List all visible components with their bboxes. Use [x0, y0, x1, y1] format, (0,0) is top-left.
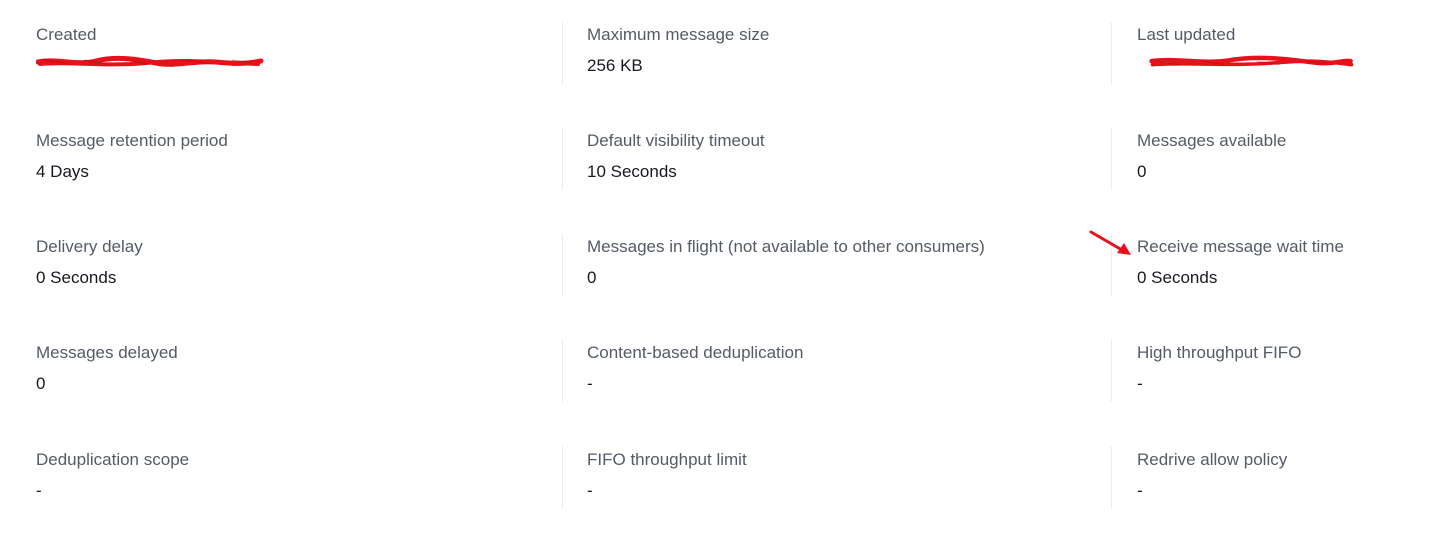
field-content-based-deduplication: Content-based deduplication - [587, 342, 1087, 412]
field-fifo-throughput-limit: FIFO throughput limit - [587, 449, 1087, 519]
field-label: Deduplication scope [36, 450, 190, 469]
field-value: 256 KB [587, 56, 643, 75]
field-last-updated: Last updated [1137, 24, 1447, 94]
details-column-2: Maximum message size 256 KB Default visi… [587, 0, 1087, 542]
field-messages-delayed: Messages delayed 0 [36, 342, 546, 412]
field-value: - [1137, 481, 1143, 500]
column-divider [562, 22, 563, 84]
column-divider [562, 340, 563, 402]
field-label: Message retention period [36, 131, 228, 150]
field-maximum-message-size: Maximum message size 256 KB [587, 24, 1087, 94]
redacted-value-scribble [36, 55, 264, 67]
field-default-visibility-timeout: Default visibility timeout 10 Seconds [587, 130, 1087, 200]
field-value: - [587, 481, 593, 500]
field-receive-message-wait-time: Receive message wait time 0 Seconds [1137, 236, 1447, 306]
column-divider [1111, 128, 1112, 190]
column-divider [1111, 446, 1112, 508]
column-divider [562, 446, 563, 508]
queue-details-panel: Created Message retention period 4 Days … [0, 0, 1455, 542]
field-value: - [587, 374, 593, 393]
field-label: High throughput FIFO [1137, 343, 1302, 362]
field-high-throughput-fifo: High throughput FIFO - [1137, 342, 1447, 412]
field-value: 4 Days [36, 162, 89, 181]
field-label: Receive message wait time [1137, 237, 1344, 256]
details-column-3: Last updated Messages available 0 Receiv… [1137, 0, 1447, 542]
field-value: 0 Seconds [1137, 268, 1218, 287]
field-messages-available: Messages available 0 [1137, 130, 1447, 200]
field-label: FIFO throughput limit [587, 450, 747, 469]
field-value: 0 [1137, 162, 1147, 181]
field-label: Delivery delay [36, 237, 143, 256]
field-value: 0 [587, 268, 597, 287]
column-divider [562, 128, 563, 190]
column-divider [1111, 22, 1112, 84]
field-message-retention-period: Message retention period 4 Days [36, 130, 546, 200]
column-divider [562, 234, 563, 296]
field-delivery-delay: Delivery delay 0 Seconds [36, 236, 546, 306]
field-messages-in-flight: Messages in flight (not available to oth… [587, 236, 1087, 306]
field-value: - [1137, 374, 1143, 393]
red-arrow-icon [1089, 230, 1131, 255]
redacted-value-scribble [1149, 55, 1354, 67]
field-label: Default visibility timeout [587, 131, 765, 150]
field-label: Messages delayed [36, 343, 178, 362]
field-label: Messages in flight (not available to oth… [587, 237, 985, 256]
field-label: Content-based deduplication [587, 343, 804, 362]
field-label: Messages available [1137, 131, 1287, 150]
field-label: Last updated [1137, 25, 1236, 44]
field-value: 0 [36, 374, 46, 393]
field-value: 10 Seconds [587, 162, 677, 181]
details-column-1: Created Message retention period 4 Days … [36, 0, 546, 542]
field-value: - [36, 481, 42, 500]
field-value: 0 Seconds [36, 268, 117, 287]
field-label: Created [36, 25, 97, 44]
field-redrive-allow-policy: Redrive allow policy - [1137, 449, 1447, 519]
field-label: Maximum message size [587, 25, 770, 44]
field-created: Created [36, 24, 546, 94]
field-deduplication-scope: Deduplication scope - [36, 449, 546, 519]
column-divider [1111, 340, 1112, 402]
field-label: Redrive allow policy [1137, 450, 1288, 469]
